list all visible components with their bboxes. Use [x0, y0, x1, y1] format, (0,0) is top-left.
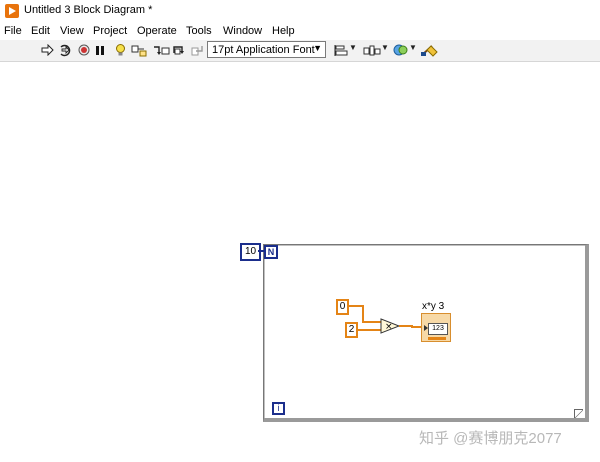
menu-tools[interactable]: Tools	[186, 25, 212, 37]
distribute-dropdown-icon[interactable]: ▼	[381, 43, 389, 52]
indicator-label: x*y 3	[422, 301, 445, 312]
menu-help[interactable]: Help	[272, 25, 295, 37]
menu-window[interactable]: Window	[223, 25, 262, 37]
chevron-down-icon: ▼	[313, 43, 322, 53]
retain-wire-values-icon[interactable]	[131, 42, 147, 58]
resize-handle-icon[interactable]	[574, 409, 583, 418]
multiply-function[interactable]: ×	[380, 318, 401, 339]
step-over-icon[interactable]	[172, 42, 189, 58]
wire-y[interactable]	[358, 329, 382, 331]
distribute-objects-icon[interactable]	[363, 42, 381, 58]
highlight-execution-icon[interactable]	[113, 42, 127, 58]
pause-icon[interactable]	[94, 42, 106, 58]
count-terminal[interactable]: N	[264, 245, 278, 259]
font-select-value: 17pt Application Font	[212, 44, 315, 56]
watermark-text: 知乎 @赛博朋克2077	[419, 430, 562, 447]
menu-bar: File Edit View Project Operate Tools Win…	[0, 22, 600, 40]
menu-view[interactable]: View	[60, 25, 84, 37]
wire-x-h1[interactable]	[349, 305, 363, 307]
window-title: Untitled 3 Block Diagram *	[24, 4, 153, 16]
indicator-type-label: 123	[428, 323, 448, 335]
step-out-icon[interactable]	[191, 42, 205, 58]
cleanup-diagram-icon[interactable]	[420, 42, 440, 58]
reorder-dropdown-icon[interactable]: ▼	[409, 43, 417, 52]
run-continuously-icon[interactable]	[57, 42, 73, 58]
loop-count-constant[interactable]: 10	[240, 243, 261, 261]
title-bar: Untitled 3 Block Diagram *	[0, 0, 600, 22]
reorder-icon[interactable]	[393, 42, 409, 58]
menu-edit[interactable]: Edit	[31, 25, 50, 37]
numeric-constant-y[interactable]: 2	[345, 322, 358, 338]
menu-operate[interactable]: Operate	[137, 25, 177, 37]
iteration-terminal[interactable]: i	[272, 402, 285, 415]
indicator-datatype-bar	[428, 337, 446, 340]
abort-icon[interactable]	[77, 42, 91, 58]
align-objects-icon[interactable]	[333, 42, 349, 58]
numeric-indicator[interactable]: 123	[421, 313, 451, 342]
wire-x-v[interactable]	[362, 305, 364, 322]
menu-project[interactable]: Project	[93, 25, 127, 37]
labview-app-icon	[5, 4, 19, 18]
multiply-glyph: ×	[385, 322, 393, 332]
align-dropdown-icon[interactable]: ▼	[349, 43, 357, 52]
font-select[interactable]: 17pt Application Font ▼	[207, 41, 326, 58]
numeric-constant-x[interactable]: 0	[336, 299, 349, 315]
run-arrow-icon[interactable]	[40, 42, 54, 58]
wire-x-h2[interactable]	[362, 321, 382, 323]
step-into-icon[interactable]	[153, 42, 170, 58]
toolbar: 17pt Application Font ▼ ▼ ▼ ▼	[0, 40, 600, 62]
menu-file[interactable]: File	[4, 25, 22, 37]
